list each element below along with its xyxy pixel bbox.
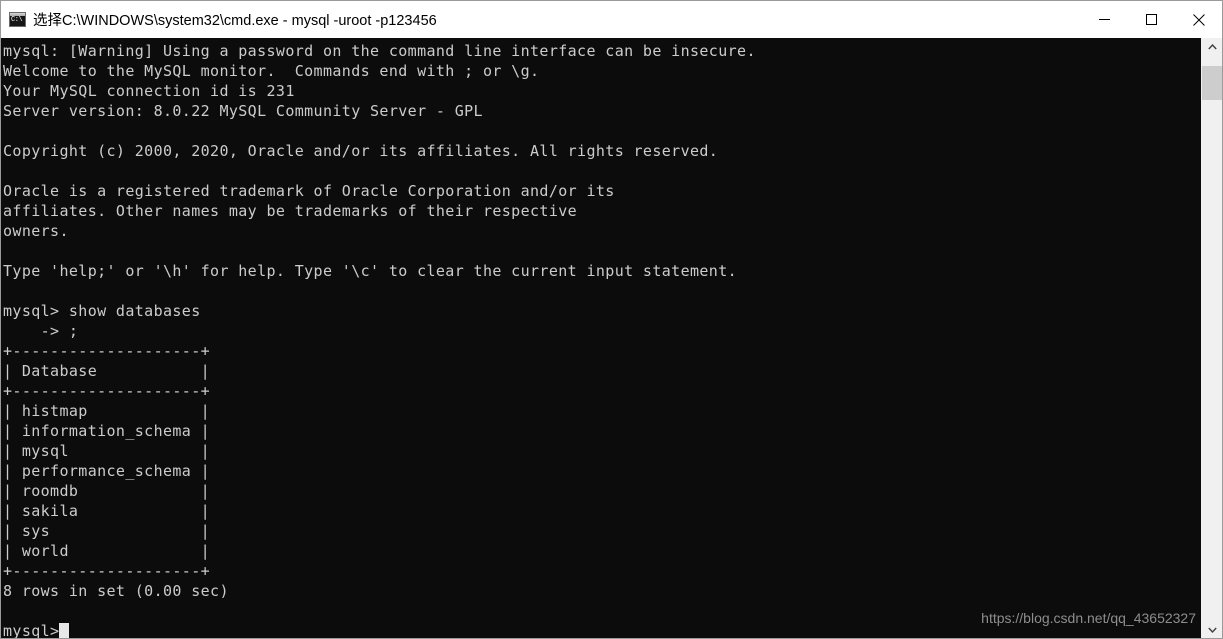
close-icon <box>1192 13 1205 26</box>
terminal-output: mysql: [Warning] Using a password on the… <box>3 42 756 638</box>
window-title: 选择C:\WINDOWS\system32\cmd.exe - mysql -u… <box>33 13 437 29</box>
titlebar[interactable]: 选择C:\WINDOWS\system32\cmd.exe - mysql -u… <box>1 1 1222 38</box>
vertical-scrollbar[interactable] <box>1201 38 1222 638</box>
scroll-up-button[interactable] <box>1202 38 1222 55</box>
close-button[interactable] <box>1175 1 1222 38</box>
terminal-surface[interactable]: mysql: [Warning] Using a password on the… <box>1 38 1201 638</box>
chevron-up-icon <box>1207 43 1217 49</box>
maximize-icon <box>1146 14 1157 25</box>
window-controls <box>1081 1 1222 38</box>
minimize-button[interactable] <box>1081 1 1128 38</box>
cmd-window: 选择C:\WINDOWS\system32\cmd.exe - mysql -u… <box>0 0 1223 639</box>
text-cursor <box>59 623 70 638</box>
window-body: mysql: [Warning] Using a password on the… <box>1 38 1222 638</box>
scrollbar-track[interactable] <box>1202 55 1222 621</box>
chevron-down-icon <box>1207 627 1217 633</box>
maximize-button[interactable] <box>1128 1 1175 38</box>
scroll-down-button[interactable] <box>1202 621 1222 638</box>
minimize-icon <box>1099 19 1110 20</box>
watermark: https://blog.csdn.net/qq_43652327 <box>981 610 1196 626</box>
cmd-console-icon <box>9 12 26 27</box>
scrollbar-thumb[interactable] <box>1202 66 1222 101</box>
